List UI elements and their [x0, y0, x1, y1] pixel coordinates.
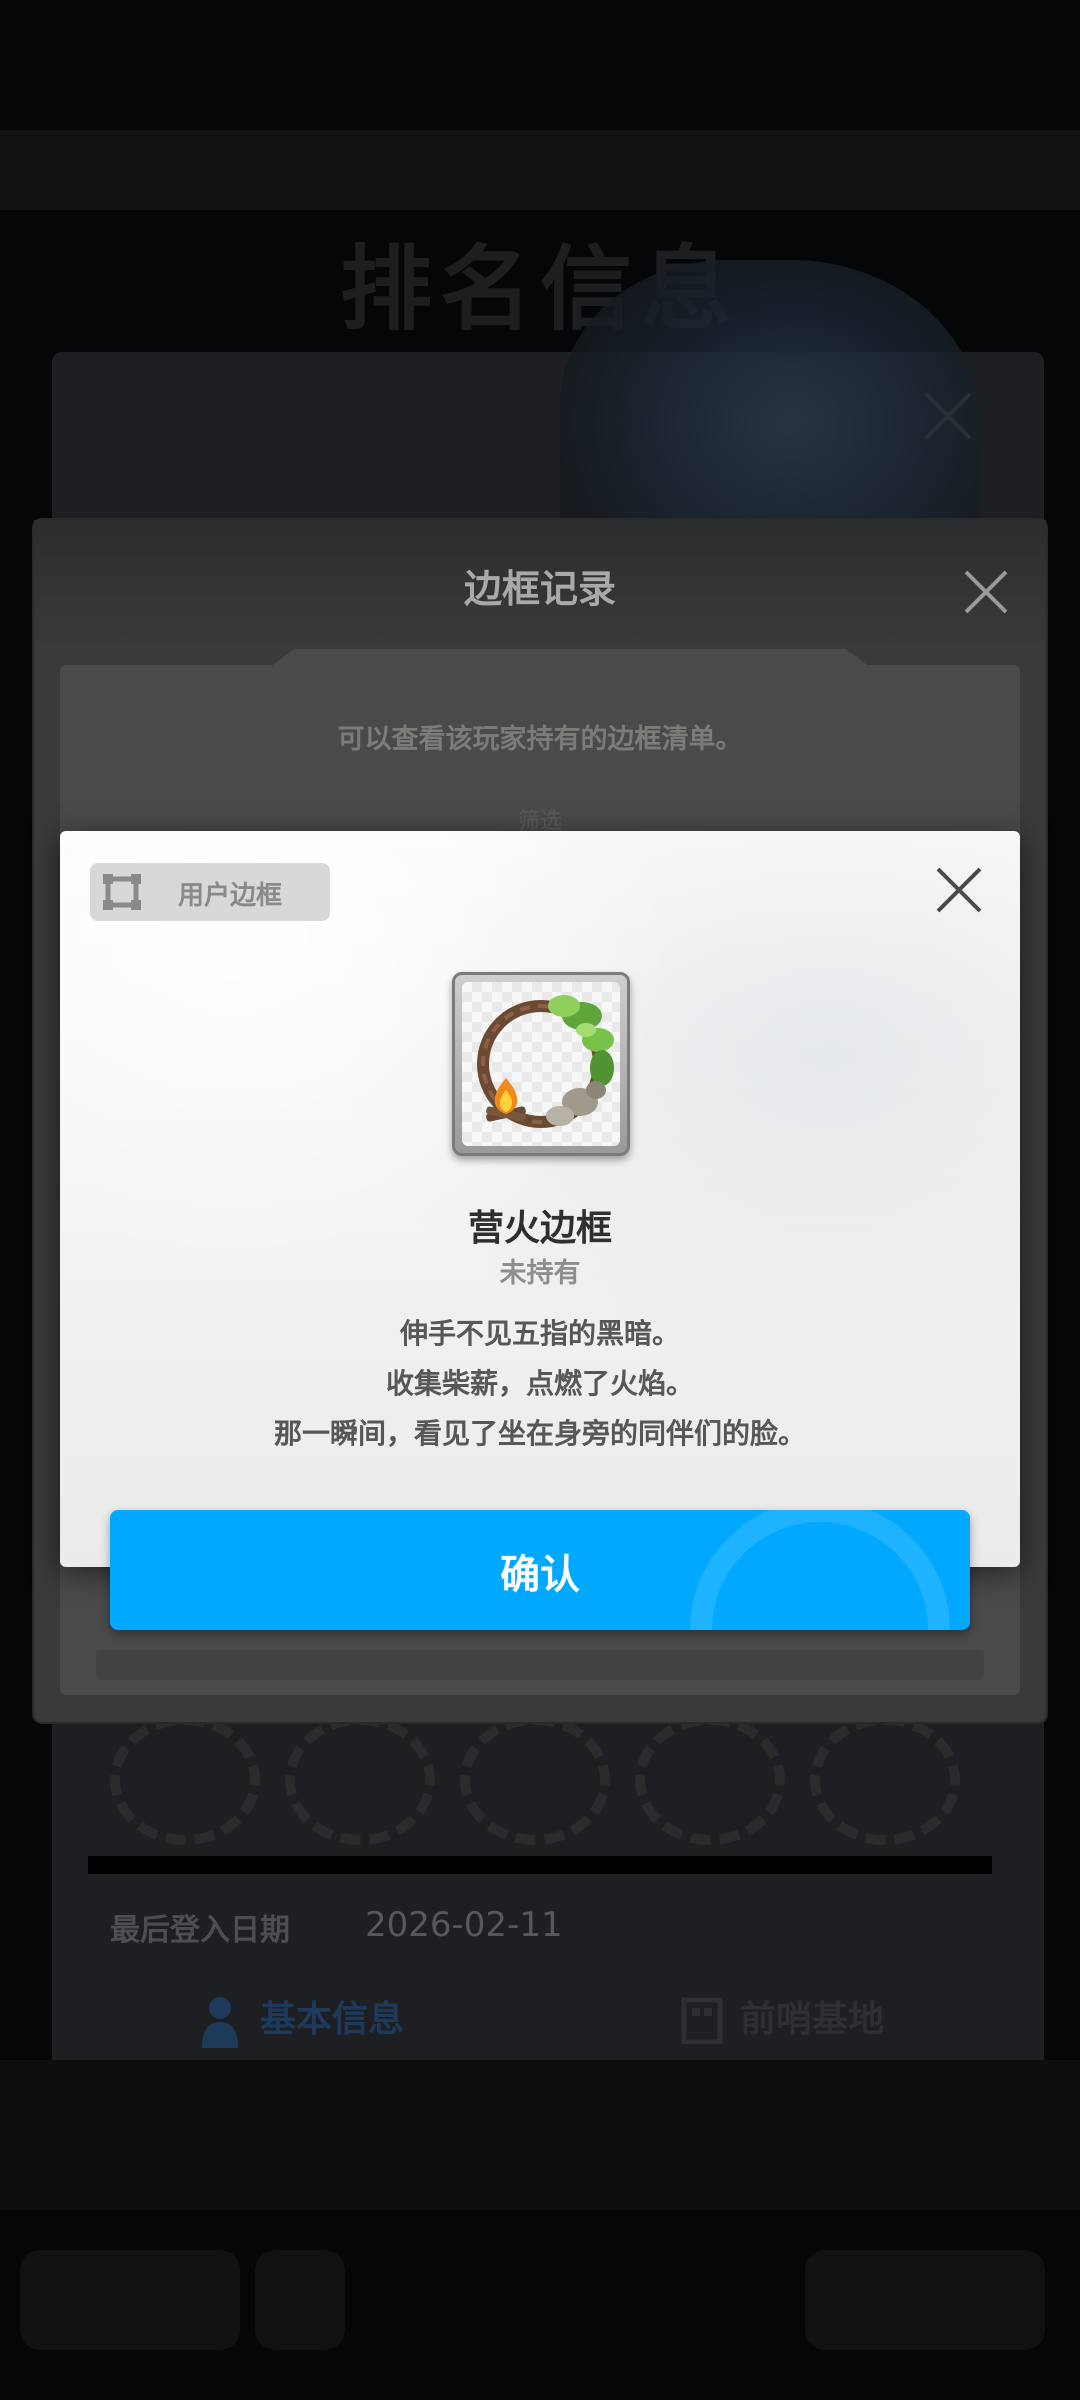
background-bottom-button: [805, 2250, 1045, 2350]
campfire-frame-icon: [477, 995, 614, 1128]
frame-record-title: 边框记录: [463, 567, 616, 611]
last-login-value: 2026-02-11: [365, 1905, 563, 1945]
confirm-button-label: 确认: [500, 1552, 580, 1598]
frame-item-tile: [452, 972, 630, 1156]
background-divider: [88, 1856, 992, 1874]
background-bottom-nav: [0, 2250, 1080, 2350]
screen: 排名信息 最后登入日期 2026-02-11 基本信息 前哨基地 边框记录 可以…: [0, 0, 1080, 2400]
background-frame-list: [90, 1715, 990, 1845]
background-frame-item: [460, 1715, 610, 1845]
background-frame-item: [635, 1715, 785, 1845]
frame-type-badge: 用户边框: [90, 863, 330, 921]
background-top-nav: [0, 130, 1080, 210]
background-last-login-row: 最后登入日期 2026-02-11: [90, 1895, 990, 1955]
background-home-button: [255, 2250, 345, 2350]
confirm-button[interactable]: 确认: [110, 1510, 970, 1630]
tab-basic-info[interactable]: 基本信息: [260, 1990, 404, 2042]
background-frame-item: [285, 1715, 435, 1845]
building-icon: [681, 1997, 723, 2044]
frame-item-name: 营火边框: [467, 1208, 612, 1249]
frame-ownership-status: 未持有: [499, 1258, 581, 1289]
background-tab-bar: 基本信息 前哨基地: [60, 1970, 1020, 2070]
background-frame-item: [810, 1715, 960, 1845]
close-icon[interactable]: [934, 865, 984, 915]
frame-item-description: 伸手不见五指的黑暗。 收集柴薪，点燃了火焰。 那一瞬间，看见了坐在身旁的同伴们的…: [60, 1309, 1020, 1459]
frame-record-footer: [96, 1650, 984, 1680]
frame-detail-dialog: 用户边框 营火边框 未持有 伸手不见五指的黑暗。 收集柴薪，点燃了火焰。 那一瞬…: [60, 831, 1020, 1567]
description-line: 那一瞬间，看见了坐在身旁的同伴们的脸。: [273, 1417, 806, 1450]
last-login-label: 最后登入日期: [110, 1913, 290, 1948]
frame-icon: [103, 874, 141, 910]
tab-outpost[interactable]: 前哨基地: [740, 1990, 884, 2042]
background-close-icon: [924, 392, 972, 440]
frame-type-label: 用户边框: [178, 881, 283, 911]
description-line: 伸手不见五指的黑暗。: [399, 1317, 680, 1350]
background-frame-item: [110, 1715, 260, 1845]
frame-record-description: 可以查看该玩家持有的边框清单。: [337, 724, 743, 755]
description-line: 收集柴薪，点燃了火焰。: [385, 1367, 694, 1400]
close-icon[interactable]: [960, 566, 1012, 618]
frame-record-notch: [270, 649, 870, 667]
person-icon: [202, 1997, 238, 2048]
background-bottom-button: [20, 2250, 240, 2350]
background-bottom-strip: [0, 2060, 1080, 2210]
